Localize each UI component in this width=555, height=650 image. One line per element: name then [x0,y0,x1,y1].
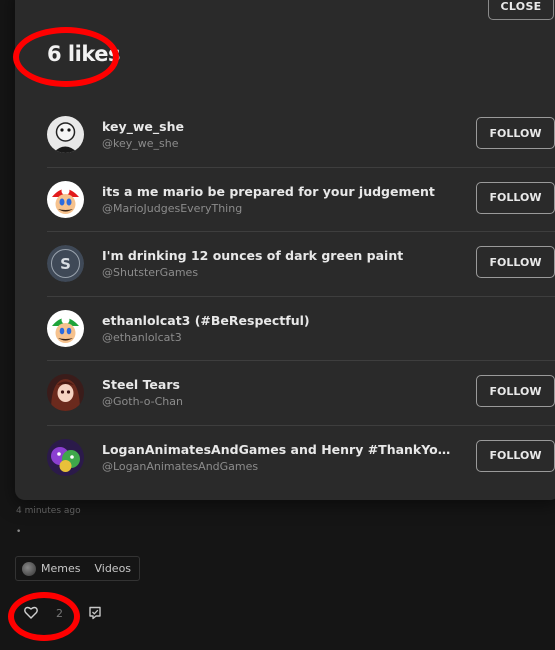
heart-icon [24,606,38,619]
list-item: S I'm drinking 12 ounces of dark green p… [47,232,555,297]
list-item: key_we_she @key_we_she FOLLOW [47,103,555,168]
follow-button[interactable]: FOLLOW [476,439,555,472]
avatar[interactable] [47,116,84,153]
user-handle: @Goth-o-Chan [102,395,183,408]
follow-button[interactable]: FOLLOW [476,117,555,149]
like-control: 2 [24,604,63,623]
user-handle: @LoganAnimatesAndGames [102,459,259,473]
follow-button[interactable]: FOLLOW [476,181,555,214]
list-item: ethanlolcat3 (#BeRespectful) @ethanlolca… [47,297,555,361]
follow-button[interactable]: FOLLOW [476,375,555,407]
user-handle: @key_we_she [102,137,179,150]
user-handle: @MarioJudgesEveryThing [102,201,243,215]
tag-videos[interactable]: Videos [94,562,131,575]
avatar[interactable] [47,438,84,476]
list-item: LoganAnimatesAndGames and Henry #ThankYo… [47,426,555,490]
user-name[interactable]: LoganAnimatesAndGames and Henry #ThankYo… [102,442,457,457]
tag-label: Memes [41,562,81,575]
user-name[interactable]: I'm drinking 12 ounces of dark green pai… [102,248,457,263]
user-handle: @ShutsterGames [102,266,199,279]
memes-icon [22,561,36,576]
colorful-character-avatar-icon [47,438,84,476]
s-logo-avatar-icon: S [47,245,84,282]
list-item: its a me mario be prepared for your judg… [47,168,555,232]
anime-girl-avatar-icon [47,374,84,411]
user-name[interactable]: Steel Tears [102,377,457,392]
comment-button[interactable] [88,605,102,624]
avatar[interactable] [47,374,84,411]
svg-text:S: S [60,255,71,273]
avatar[interactable] [47,309,84,347]
post-body: • [16,527,22,537]
avatar[interactable] [47,180,84,218]
luigi-avatar-icon [47,309,84,347]
cartoon-face-avatar-icon [47,116,84,153]
likes-modal: CLOSE 6 likes key_we_she @key_we_she FOL… [15,0,555,500]
likes-title: 6 likes [47,42,120,66]
likes-list: key_we_she @key_we_she FOLLOW its a me m… [47,103,555,489]
user-handle: @ethanlolcat3 [102,330,182,344]
tag-label: Videos [94,562,132,575]
comment-icon [89,606,101,620]
user-name[interactable]: ethanlolcat3 (#BeRespectful) [102,313,457,328]
user-name[interactable]: its a me mario be prepared for your judg… [102,184,457,199]
list-item: Steel Tears @Goth-o-Chan FOLLOW [47,361,555,426]
user-name[interactable]: key_we_she [102,119,457,134]
follow-button[interactable]: FOLLOW [476,246,555,278]
tag-memes[interactable]: Memes [22,561,81,576]
post-tags: Memes Videos [15,556,141,581]
avatar[interactable]: S [47,245,84,282]
mario-avatar-icon [47,180,84,218]
like-count[interactable]: 2 [56,607,63,620]
post-timestamp: 4 minutes ago [16,506,81,516]
close-button[interactable]: CLOSE [488,0,554,20]
like-button[interactable] [24,604,38,623]
